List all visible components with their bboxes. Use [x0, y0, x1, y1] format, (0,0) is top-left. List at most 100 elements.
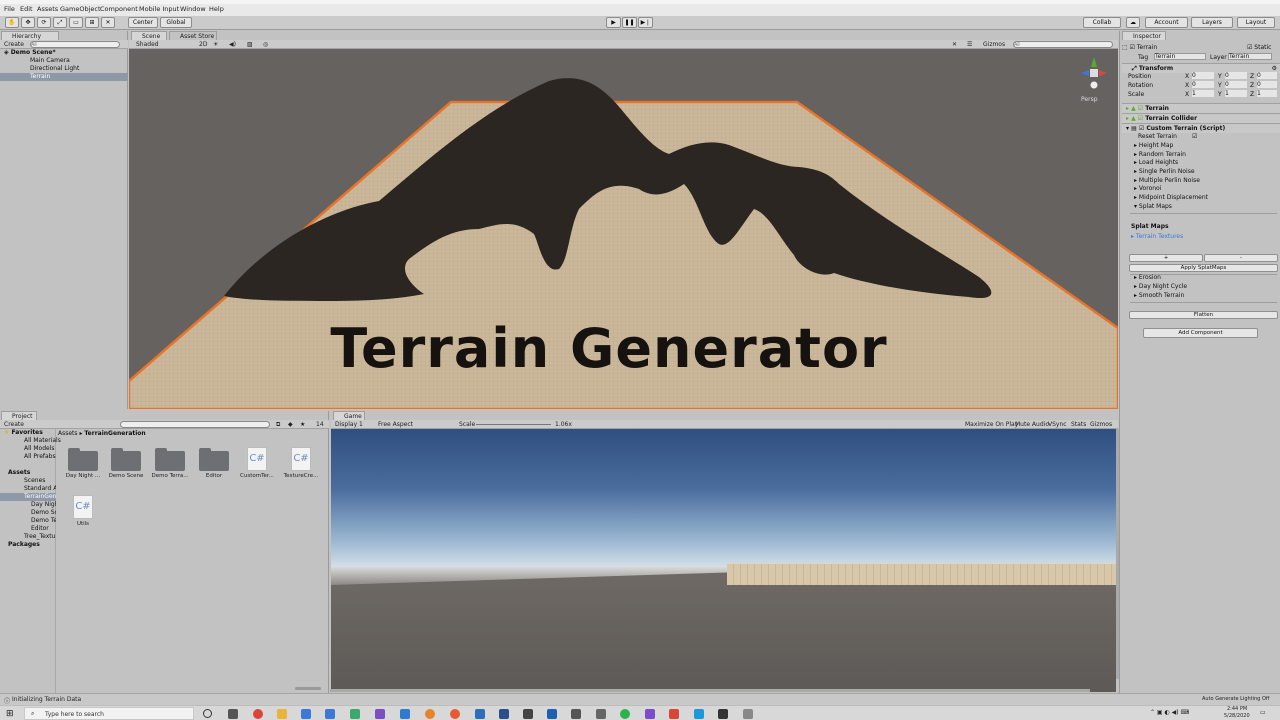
hierarchy-search-input[interactable] — [30, 41, 120, 48]
remove-splat-button[interactable]: - — [1204, 254, 1278, 262]
mail-icon[interactable] — [325, 709, 335, 719]
app-icon[interactable] — [475, 709, 485, 719]
taskbar-search[interactable]: ⌕ Type here to search — [24, 707, 194, 720]
clock-date[interactable]: 5/28/2020 — [1224, 713, 1250, 719]
menu-file[interactable]: File — [4, 5, 15, 13]
asset-folder[interactable]: Day Night ... — [63, 448, 103, 479]
display-dropdown[interactable]: Display 1 — [335, 421, 363, 428]
assets-header[interactable]: Assets — [0, 469, 56, 477]
flatten-button[interactable]: Flatten — [1129, 311, 1278, 319]
scale-y-field[interactable]: 1 — [1225, 90, 1247, 97]
icon-size-slider[interactable] — [295, 687, 321, 690]
rotate-tool-icon[interactable]: ⟳ — [37, 17, 51, 28]
audio-toggle-icon[interactable]: ◀) — [229, 41, 236, 48]
camera-settings-icon[interactable]: ☰ — [967, 41, 972, 48]
foldout-splat-maps[interactable]: ▾ Splat Maps — [1122, 202, 1278, 211]
menu-mobile-input[interactable]: Mobile Input — [139, 5, 179, 13]
visual-studio-icon[interactable] — [375, 709, 385, 719]
tab-hierarchy[interactable]: Hierarchy — [1, 31, 59, 40]
assets-folder[interactable]: Scenes — [0, 477, 56, 485]
asset-script[interactable]: C# Utils — [63, 495, 103, 527]
assets-subfolder[interactable]: Demo Terrain — [0, 517, 56, 525]
packages-header[interactable]: Packages — [0, 541, 56, 549]
tray-icons[interactable]: ⌃ ▣ ◐ ◀) ⌨ — [1150, 709, 1189, 716]
menu-window[interactable]: Window — [180, 5, 206, 13]
rotation-z-field[interactable]: 0 — [1257, 81, 1277, 88]
clock-time[interactable]: 2:44 PM — [1227, 706, 1247, 712]
hierarchy-item-main-camera[interactable]: Main Camera — [0, 57, 128, 65]
app-icon[interactable] — [450, 709, 460, 719]
scale-slider[interactable] — [476, 424, 551, 425]
2d-toggle[interactable]: 2D — [199, 41, 207, 48]
asset-script[interactable]: C# CustomTer... — [237, 447, 277, 479]
favorites-item[interactable]: All Materials — [0, 437, 61, 445]
assets-subfolder[interactable]: Editor — [0, 525, 56, 533]
favorites-item[interactable]: All Models — [0, 445, 56, 453]
outlook-icon[interactable] — [547, 709, 557, 719]
vscode-icon[interactable] — [400, 709, 410, 719]
tab-asset-store[interactable]: Asset Store — [169, 31, 217, 40]
play-button-icon[interactable]: ▶ — [606, 17, 621, 28]
hidden-objects-icon[interactable]: ◎ — [263, 41, 268, 48]
aspect-dropdown[interactable]: Free Aspect — [378, 421, 413, 428]
scene-root-row[interactable]: ◈ Demo Scene* — [0, 49, 128, 57]
rotation-x-field[interactable]: 0 — [1192, 81, 1214, 88]
store-icon[interactable] — [301, 709, 311, 719]
foldout-height-map[interactable]: ▸ Height Map — [1122, 141, 1278, 150]
menu-component[interactable]: Component — [100, 5, 138, 13]
assets-subfolder[interactable]: Day Night Cycle — [0, 501, 56, 509]
add-component-button[interactable]: Add Component — [1143, 328, 1258, 338]
layers-dropdown[interactable]: Layers — [1191, 17, 1233, 28]
hierarchy-item-directional-light[interactable]: Directional Light — [0, 65, 128, 73]
rotation-y-field[interactable]: 0 — [1225, 81, 1247, 88]
foldout-voronoi[interactable]: ▸ Voronoi — [1122, 184, 1278, 193]
assets-folder-selected[interactable]: TerrainGeneration — [0, 493, 56, 501]
position-z-field[interactable]: 0 — [1257, 72, 1277, 79]
tab-scene[interactable]: Scene — [131, 31, 167, 40]
reset-terrain-checkbox[interactable]: ☑ — [1192, 132, 1197, 141]
tab-game[interactable]: Game — [333, 411, 365, 420]
move-tool-icon[interactable]: ✥ — [21, 17, 35, 28]
mute-audio-toggle[interactable]: Mute Audio — [1015, 421, 1049, 428]
project-search-input[interactable] — [120, 421, 270, 428]
project-create-button[interactable]: Create — [4, 421, 24, 428]
lighting-status[interactable]: Auto Generate Lighting Off — [1202, 696, 1269, 702]
custom-tool-icon[interactable]: ✕ — [101, 17, 115, 28]
effects-toggle-icon[interactable]: ▨ — [247, 41, 253, 48]
asset-folder[interactable]: Demo Terra... — [150, 448, 190, 479]
snipping-icon[interactable] — [523, 709, 533, 719]
foldout-smooth[interactable]: ▸ Smooth Terrain — [1122, 291, 1278, 300]
position-x-field[interactable]: 0 — [1192, 72, 1214, 79]
tab-project[interactable]: Project — [1, 411, 37, 420]
search-filter-icon[interactable]: ⧉ — [276, 421, 280, 429]
persp-label[interactable]: Persp — [1081, 96, 1098, 103]
label-filter-icon[interactable]: ◆ — [288, 421, 293, 428]
app-icon[interactable] — [669, 709, 679, 719]
menu-gameobject[interactable]: GameObject — [60, 5, 101, 13]
notifications-icon[interactable]: ▭ — [1260, 709, 1266, 716]
pause-button-icon[interactable]: ❚❚ — [622, 17, 637, 28]
scene-gizmo-axis-icon[interactable] — [1079, 55, 1109, 95]
global-space-button[interactable]: Global — [160, 17, 192, 28]
collab-button[interactable]: Collab — [1083, 17, 1121, 28]
foldout-midpoint[interactable]: ▸ Midpoint Displacement — [1122, 193, 1278, 202]
close-scene-icon[interactable]: ✕ — [952, 41, 957, 48]
game-scrollbar[interactable] — [330, 689, 1090, 692]
hierarchy-item-terrain[interactable]: Terrain — [0, 73, 128, 81]
assets-folder[interactable]: Standard Assets — [0, 485, 56, 493]
chrome-icon[interactable] — [253, 709, 263, 719]
terrain-collider-header[interactable]: ▸ ▲ ☑ Terrain Collider — [1122, 113, 1280, 123]
add-splat-button[interactable]: + — [1129, 254, 1203, 262]
scale-z-field[interactable]: 1 — [1257, 90, 1277, 97]
position-y-field[interactable]: 0 — [1225, 72, 1247, 79]
shading-mode-dropdown[interactable]: Shaded — [136, 41, 159, 48]
scene-search-input[interactable] — [1013, 41, 1113, 48]
transform-tool-icon[interactable]: ⊞ — [85, 17, 99, 28]
blender-icon[interactable] — [425, 709, 435, 719]
gizmos-dropdown[interactable]: Gizmos — [983, 41, 1005, 48]
hierarchy-create-button[interactable]: Create — [4, 41, 24, 48]
game-gizmos-dropdown[interactable]: Gizmos — [1090, 421, 1112, 428]
asset-folder[interactable]: Editor — [194, 448, 234, 479]
foldout-erosion[interactable]: ▸ Erosion — [1122, 273, 1278, 282]
app-icon[interactable] — [596, 709, 606, 719]
